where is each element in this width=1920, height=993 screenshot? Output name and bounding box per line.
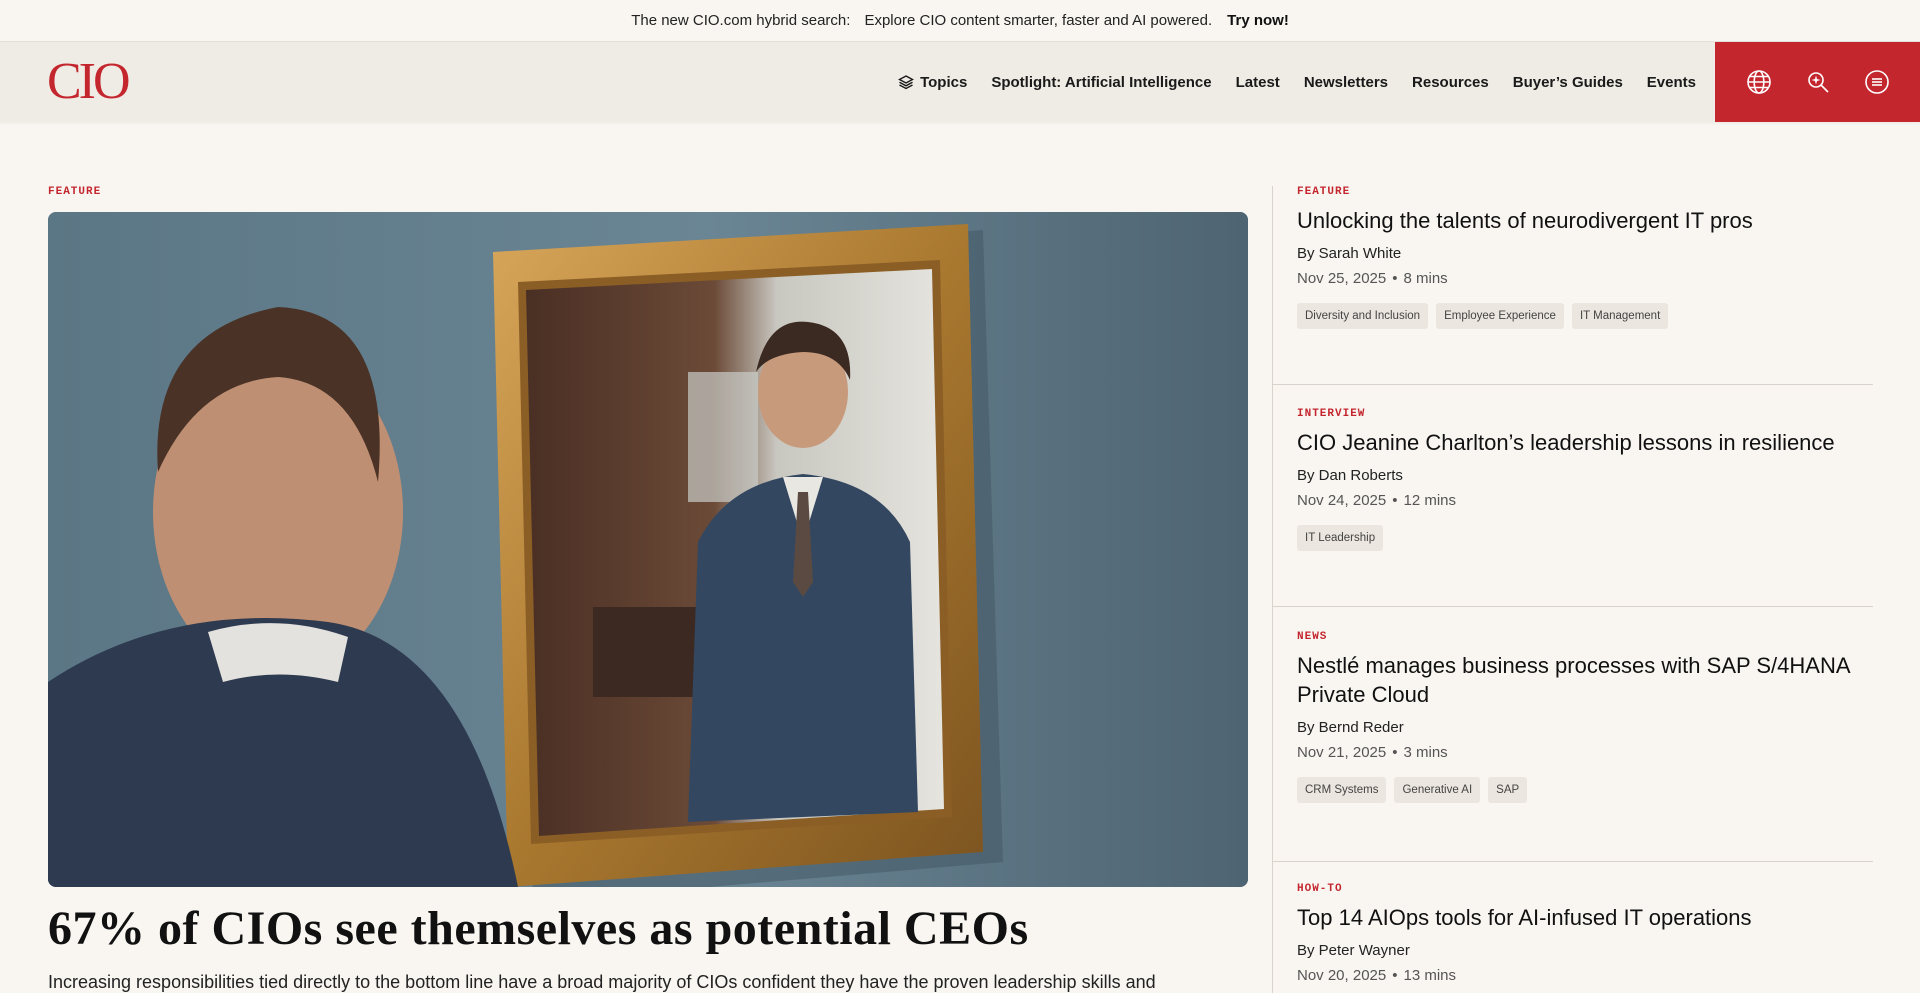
story-kicker: INTERVIEW — [1297, 408, 1366, 420]
story-tags: CRM Systems Generative AI SAP — [1297, 777, 1873, 803]
lead-story: FEATURE 67% of CIOs see themselves as po… — [48, 186, 1248, 993]
hero-image[interactable] — [48, 212, 1248, 887]
nav-newsletters[interactable]: Newsletters — [1304, 74, 1388, 91]
story-title[interactable]: Unlocking the talents of neurodivergent … — [1297, 206, 1857, 235]
story-date: Nov 25, 2025 — [1297, 270, 1387, 287]
lead-deck: Increasing responsibilities tied directl… — [48, 972, 1156, 992]
story-tags: IT Leadership — [1297, 525, 1873, 551]
header-icon-bar — [1715, 42, 1920, 122]
promo-message: Explore CIO content smarter, faster and … — [864, 12, 1213, 29]
story-read-time: 13 mins — [1403, 967, 1457, 984]
story-tag[interactable]: Diversity and Inclusion — [1297, 303, 1429, 329]
story-meta: Nov 21, 2025 • 3 mins — [1297, 743, 1873, 763]
story-byline[interactable]: By Dan Roberts — [1297, 466, 1873, 486]
story-card[interactable]: NEWS Nestlé manages business processes w… — [1273, 631, 1873, 862]
story-tag[interactable]: IT Management — [1571, 303, 1669, 329]
story-sidebar: FEATURE Unlocking the talents of neurodi… — [1272, 186, 1873, 993]
story-byline[interactable]: By Sarah White — [1297, 244, 1873, 264]
search-ai-icon[interactable] — [1802, 66, 1834, 98]
cio-logo[interactable]: CIO — [47, 56, 131, 108]
story-tag[interactable]: Employee Experience — [1436, 303, 1564, 329]
story-card[interactable]: HOW-TO Top 14 AIOps tools for AI-infused… — [1273, 883, 1873, 993]
menu-icon[interactable] — [1861, 66, 1893, 98]
story-date: Nov 20, 2025 — [1297, 967, 1387, 984]
story-title[interactable]: CIO Jeanine Charlton’s leadership lesson… — [1297, 428, 1857, 457]
story-read-time: 3 mins — [1403, 744, 1448, 761]
story-tag[interactable]: CRM Systems — [1297, 777, 1387, 803]
story-tag[interactable]: IT Leadership — [1297, 525, 1384, 551]
layers-icon — [898, 75, 915, 90]
nav-topics-label: Topics — [920, 73, 968, 91]
nav-latest[interactable]: Latest — [1236, 74, 1280, 91]
main-nav: Topics Spotlight: Artificial Intelligenc… — [874, 42, 1696, 122]
story-tags: Diversity and Inclusion Employee Experie… — [1297, 303, 1873, 329]
story-date: Nov 21, 2025 — [1297, 744, 1387, 761]
nav-resources[interactable]: Resources — [1412, 74, 1489, 91]
separator-dot: • — [1392, 492, 1398, 509]
story-tag[interactable]: Generative AI — [1394, 777, 1481, 803]
site-header: CIO Topics Spotlight: Artificial Intelli… — [0, 42, 1920, 122]
story-tag[interactable]: SAP — [1488, 777, 1528, 803]
nav-events[interactable]: Events — [1647, 74, 1696, 91]
nav-spotlight-ai[interactable]: Spotlight: Artificial Intelligence — [991, 74, 1211, 91]
story-kicker: HOW-TO — [1297, 883, 1343, 895]
story-byline[interactable]: By Bernd Reder — [1297, 718, 1873, 738]
try-now-link[interactable]: Try now! — [1227, 12, 1289, 29]
promo-bar: The new CIO.com hybrid search: Explore C… — [0, 0, 1920, 42]
nav-topics[interactable]: Topics — [898, 74, 967, 91]
globe-icon[interactable] — [1743, 66, 1775, 98]
separator-dot: • — [1392, 744, 1398, 761]
story-byline[interactable]: By Peter Wayner — [1297, 941, 1873, 961]
story-meta: Nov 24, 2025 • 12 mins — [1297, 491, 1873, 511]
story-kicker: FEATURE — [1297, 186, 1351, 198]
separator-dot: • — [1392, 967, 1398, 984]
story-date: Nov 24, 2025 — [1297, 492, 1387, 509]
story-title[interactable]: Nestlé manages business processes with S… — [1297, 651, 1857, 709]
promo-label: The new CIO.com hybrid search: — [631, 12, 851, 29]
lead-kicker: FEATURE — [48, 186, 102, 198]
lead-headline[interactable]: 67% of CIOs see themselves as potential … — [48, 901, 1248, 957]
separator-dot: • — [1392, 270, 1398, 287]
story-read-time: 12 mins — [1403, 492, 1457, 509]
story-kicker: NEWS — [1297, 631, 1328, 643]
nav-buyers-guides[interactable]: Buyer’s Guides — [1513, 74, 1623, 91]
story-meta: Nov 20, 2025 • 13 mins — [1297, 966, 1873, 986]
story-meta: Nov 25, 2025 • 8 mins — [1297, 269, 1873, 289]
story-card[interactable]: INTERVIEW CIO Jeanine Charlton’s leaders… — [1273, 408, 1873, 607]
story-read-time: 8 mins — [1403, 270, 1448, 287]
story-card[interactable]: FEATURE Unlocking the talents of neurodi… — [1273, 186, 1873, 385]
story-title[interactable]: Top 14 AIOps tools for AI-infused IT ope… — [1297, 903, 1857, 932]
